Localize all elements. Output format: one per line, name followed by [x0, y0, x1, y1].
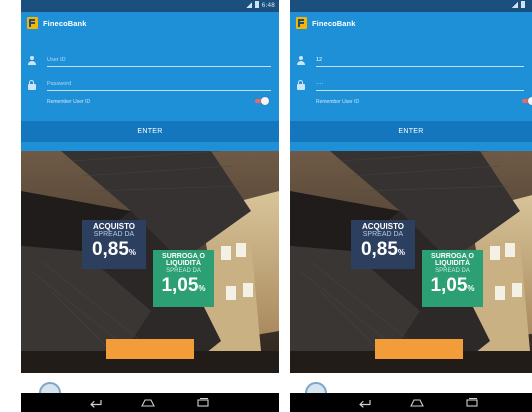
back-icon[interactable] — [356, 397, 372, 408]
brand-name: FinecoBank — [43, 19, 87, 28]
recents-icon[interactable] — [464, 397, 480, 408]
badge-subtitle: SPREAD DA — [362, 231, 404, 238]
lock-icon — [27, 80, 36, 90]
badge-rate-unit: % — [128, 248, 137, 257]
badge-rate: 1,05% — [156, 276, 211, 299]
screenshot-stage: 6:48 FinecoBank User ID Password Remembe… — [0, 0, 532, 412]
battery-icon — [521, 1, 525, 8]
status-bar: 6:48 — [21, 0, 279, 12]
status-bar — [290, 0, 532, 12]
badge-rate: 1,05% — [425, 276, 480, 299]
badge-rate-value: 0,85 — [91, 239, 129, 260]
badge-rate-unit: % — [467, 284, 475, 293]
enter-button[interactable]: ENTER — [290, 121, 532, 142]
field-underline — [316, 66, 524, 67]
badge-subtitle: SPREAD DA — [435, 268, 470, 274]
badge-title-2: LIQUIDITÀ — [435, 260, 470, 267]
field-underline — [47, 90, 271, 91]
remember-user-toggle[interactable] — [522, 97, 532, 105]
password-placeholder: Password — [47, 81, 72, 87]
signal-icon — [245, 2, 252, 8]
user-id-placeholder: User ID — [47, 57, 66, 63]
app-bar: FinecoBank — [290, 12, 532, 36]
badge-rate-value: 1,05 — [161, 275, 199, 296]
user-icon — [296, 56, 305, 66]
field-underline — [316, 90, 524, 91]
badge-rate-value: 0,85 — [360, 239, 398, 260]
password-field[interactable]: ···· — [290, 79, 532, 93]
android-navigation-bar — [290, 393, 532, 412]
field-underline — [47, 66, 271, 67]
promo-banner[interactable]: ACQUISTO SPREAD DA 0,85% SURROGA O LIQUI… — [290, 151, 532, 373]
fineco-logo-icon — [296, 17, 307, 29]
enter-button[interactable]: ENTER — [21, 121, 279, 142]
promo-cta-button[interactable] — [375, 339, 463, 359]
remember-user-label: Remember User ID — [316, 99, 360, 105]
badge-subtitle: SPREAD DA — [93, 231, 135, 238]
home-icon[interactable] — [409, 397, 425, 408]
remember-user-label: Remember User ID — [47, 99, 91, 105]
badge-rate-unit: % — [198, 284, 206, 293]
promo-badge-purchase: ACQUISTO SPREAD DA 0,85% — [351, 220, 415, 269]
promo-badge-surroga: SURROGA O LIQUIDITÀ SPREAD DA 1,05% — [153, 250, 214, 307]
login-panel: FinecoBank 12 ···· Remember User ID ENTE… — [290, 12, 532, 151]
password-field[interactable]: Password — [21, 79, 279, 93]
user-icon — [27, 56, 36, 66]
promo-cta-button[interactable] — [106, 339, 194, 359]
fineco-logo-icon — [27, 17, 38, 29]
user-id-value: 12 — [316, 57, 323, 63]
promo-badge-purchase: ACQUISTO SPREAD DA 0,85% — [82, 220, 146, 269]
badge-rate: 0,85% — [86, 240, 142, 263]
battery-icon — [254, 1, 259, 8]
remember-user-toggle[interactable] — [255, 97, 269, 105]
lock-icon — [296, 80, 305, 90]
recents-icon[interactable] — [195, 397, 211, 408]
phone-screen-right: FinecoBank 12 ···· Remember User ID ENTE… — [290, 0, 532, 412]
badge-title: ACQUISTO — [361, 222, 405, 231]
toggle-knob — [261, 97, 269, 105]
badge-rate-unit: % — [397, 248, 406, 257]
user-id-field[interactable]: User ID — [21, 55, 279, 69]
badge-rate: 0,85% — [355, 240, 411, 263]
badge-title: ACQUISTO — [92, 222, 136, 231]
android-navigation-bar — [21, 393, 279, 412]
password-value: ···· — [316, 81, 324, 87]
brand-name: FinecoBank — [312, 19, 356, 28]
badge-title: SURROGA O — [162, 253, 205, 260]
promo-banner[interactable]: ACQUISTO SPREAD DA 0,85% SURROGA O LIQUI… — [21, 151, 279, 373]
promo-badge-surroga: SURROGA O LIQUIDITÀ SPREAD DA 1,05% — [422, 250, 483, 307]
toggle-knob — [528, 97, 532, 105]
phone-screen-left: 6:48 FinecoBank User ID Password Remembe… — [21, 0, 279, 412]
user-id-field[interactable]: 12 — [290, 55, 532, 69]
status-time: 6:48 — [261, 2, 275, 9]
login-panel: FinecoBank User ID Password Remember Use… — [21, 12, 279, 151]
home-icon[interactable] — [140, 397, 156, 408]
back-icon[interactable] — [87, 397, 103, 408]
badge-subtitle: SPREAD DA — [166, 268, 201, 274]
app-bar: FinecoBank — [21, 12, 279, 36]
badge-rate-value: 1,05 — [430, 275, 468, 296]
badge-title: SURROGA O — [431, 253, 474, 260]
badge-title-2: LIQUIDITÀ — [166, 260, 201, 267]
signal-icon — [512, 2, 518, 8]
